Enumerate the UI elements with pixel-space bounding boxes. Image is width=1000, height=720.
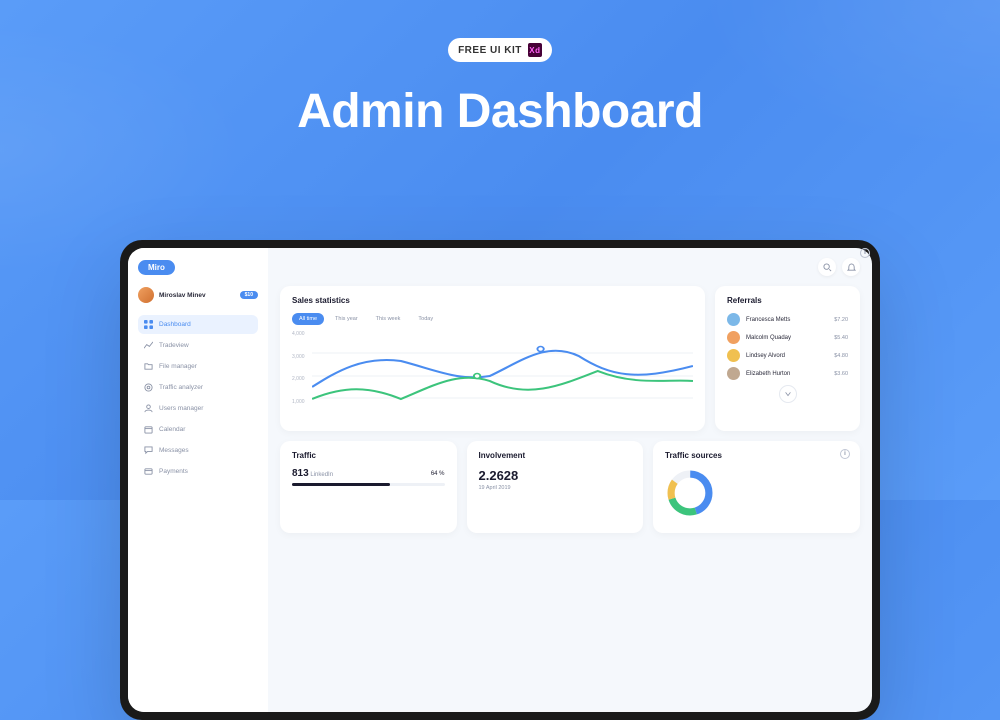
avatar [727,331,740,344]
traffic-card: i Traffic 813 LinkedIn 64 % [280,441,457,533]
card-title: Traffic [292,451,445,460]
referral-item[interactable]: Lindsey Alvord $4.80 [727,349,848,362]
referrals-card: Referrals Francesca Metts $7.20 Malcolm … [715,286,860,431]
tab-alltime[interactable]: All time [292,313,324,325]
avatar [727,349,740,362]
user-balance-badge: $10 [240,291,258,299]
bell-icon [847,263,856,272]
card-title: Traffic sources [665,451,848,460]
sidebar-item-label: Messages [159,447,189,454]
line-chart-svg [312,331,693,421]
card-title: Sales statistics [292,296,693,305]
sidebar-item-label: File manager [159,363,197,370]
card-title: Involvement [479,451,632,460]
sidebar-item-label: Traffic analyzer [159,384,203,391]
referral-value: $4.80 [834,353,848,359]
progress-bar [292,483,445,486]
info-icon[interactable]: i [860,248,870,258]
involvement-date: 19 April 2019 [479,485,632,491]
free-kit-badge: FREE UI KIT Xd [448,38,552,62]
sidebar-item-messages[interactable]: Messages [138,441,258,460]
referral-item[interactable]: Malcolm Quaday $5.40 [727,331,848,344]
traffic-sources-card: i Traffic sources [653,441,860,533]
y-label: 3,000 [292,354,305,377]
sidebar-item-calendar[interactable]: Calendar [138,420,258,439]
app-screen: Miro Miroslav Minev $10 Dashboard Tradev… [128,248,872,712]
y-label: 2,000 [292,376,305,399]
sidebar-item-users[interactable]: Users manager [138,399,258,418]
main-content: Sales statistics All time This year This… [268,248,872,712]
referral-name: Elizabeth Hurton [746,371,828,377]
involvement-card: i Involvement 2.2628 19 April 2019 [467,441,644,533]
tab-thisyear[interactable]: This year [328,313,365,325]
sales-chart: 4,000 3,000 2,000 1,000 [292,331,693,421]
hero-title: Admin Dashboard [0,84,1000,139]
sidebar-item-label: Calendar [159,426,185,433]
traffic-percent: 64 % [431,471,445,477]
device-frame: Miro Miroslav Minev $10 Dashboard Tradev… [120,240,880,720]
folder-icon [144,362,153,371]
chat-icon [144,446,153,455]
referral-item[interactable]: Francesca Metts $7.20 [727,313,848,326]
sidebar-item-label: Dashboard [159,321,191,328]
referral-value: $3.60 [834,371,848,377]
sidebar-item-filemanager[interactable]: File manager [138,357,258,376]
user-icon [144,404,153,413]
sidebar-item-label: Payments [159,468,188,475]
grid-icon [144,320,153,329]
sidebar: Miro Miroslav Minev $10 Dashboard Tradev… [128,248,268,712]
brand-logo[interactable]: Miro [138,260,175,275]
referral-item[interactable]: Elizabeth Hurton $3.60 [727,367,848,380]
sidebar-item-tradeview[interactable]: Tradeview [138,336,258,355]
search-button[interactable] [818,258,836,276]
time-range-tabs: All time This year This week Today [292,313,693,325]
sidebar-item-payments[interactable]: Payments [138,462,258,481]
avatar [727,313,740,326]
search-icon [823,263,832,272]
y-axis-labels: 4,000 3,000 2,000 1,000 [292,331,305,421]
involvement-value: 2.2628 [479,468,632,483]
referral-name: Francesca Metts [746,317,828,323]
sidebar-item-label: Users manager [159,405,203,412]
card-icon [144,467,153,476]
sales-statistics-card: Sales statistics All time This year This… [280,286,705,431]
referral-name: Malcolm Quaday [746,335,828,341]
y-label: 1,000 [292,399,305,422]
chevron-down-icon [784,390,792,398]
badge-text: FREE UI KIT [458,45,522,56]
sidebar-item-label: Tradeview [159,342,189,349]
show-more-button[interactable] [779,385,797,403]
info-icon[interactable]: i [840,449,850,459]
traffic-value: 813 [292,468,309,479]
notifications-button[interactable] [842,258,860,276]
tab-today[interactable]: Today [411,313,440,325]
donut-chart [665,468,715,518]
calendar-icon [144,425,153,434]
traffic-source-label: LinkedIn [310,472,333,478]
user-name: Miroslav Minev [159,292,235,299]
referral-value: $7.20 [834,317,848,323]
referral-name: Lindsey Alvord [746,353,828,359]
card-title: Referrals [727,296,848,305]
referral-value: $5.40 [834,335,848,341]
avatar [138,287,154,303]
sidebar-item-dashboard[interactable]: Dashboard [138,315,258,334]
xd-icon: Xd [528,43,542,57]
avatar [727,367,740,380]
tab-thisweek[interactable]: This week [369,313,408,325]
chart-icon [144,341,153,350]
target-icon [144,383,153,392]
sidebar-item-traffic[interactable]: Traffic analyzer [138,378,258,397]
user-profile[interactable]: Miroslav Minev $10 [138,287,258,303]
y-label: 4,000 [292,331,305,354]
